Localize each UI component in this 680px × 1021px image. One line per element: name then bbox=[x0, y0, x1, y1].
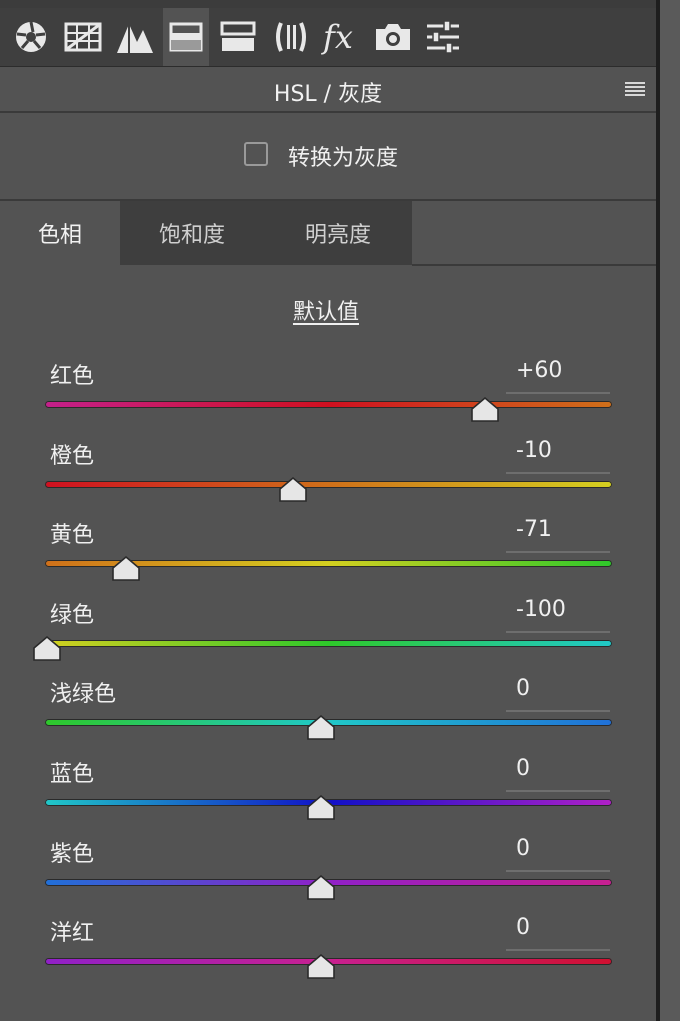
slider-row-aqua: 浅绿色 0 bbox=[0, 676, 656, 756]
hsl-panel: fx HSL / 灰度 转换为灰度 色相 饱和度 明亮度 默认值 红色 +60 … bbox=[0, 0, 656, 1021]
adjacent-panel-edge bbox=[660, 0, 680, 1021]
slider-thumb-orange[interactable] bbox=[278, 476, 308, 502]
slider-value-green[interactable]: -100 bbox=[516, 597, 566, 622]
slider-value-aqua[interactable]: 0 bbox=[516, 676, 530, 701]
slider-value-underline bbox=[506, 551, 610, 554]
lens-corrections-icon bbox=[276, 22, 306, 52]
tab-luminance[interactable]: 明亮度 bbox=[264, 201, 412, 265]
hsl-icon bbox=[169, 22, 203, 52]
slider-value-underline bbox=[506, 630, 610, 633]
tool-basic[interactable] bbox=[8, 8, 54, 66]
tabs-bottom-divider bbox=[412, 264, 656, 266]
slider-label-red: 红色 bbox=[50, 364, 95, 389]
slider-value-yellow[interactable]: -71 bbox=[516, 517, 552, 542]
tool-presets[interactable] bbox=[420, 8, 466, 66]
presets-sliders-icon bbox=[427, 20, 459, 54]
slider-value-underline bbox=[506, 869, 610, 872]
svg-text:fx: fx bbox=[321, 18, 353, 56]
slider-label-orange: 橙色 bbox=[50, 443, 95, 469]
panel-menu-icon[interactable] bbox=[624, 81, 646, 97]
tool-calibration[interactable] bbox=[370, 8, 416, 66]
slider-value-underline bbox=[506, 392, 610, 394]
effects-fx-icon: fx bbox=[321, 18, 353, 56]
tool-detail[interactable] bbox=[112, 8, 158, 66]
slider-track-red[interactable] bbox=[45, 401, 612, 408]
slider-value-underline bbox=[506, 471, 610, 474]
tool-lens[interactable] bbox=[268, 8, 314, 66]
slider-row-green: 绿色 -100 bbox=[0, 597, 656, 677]
detail-peaks-icon bbox=[117, 24, 153, 53]
slider-thumb-blue[interactable] bbox=[306, 794, 336, 820]
slider-row-purple: 紫色 0 bbox=[0, 836, 656, 916]
slider-label-magenta: 洋红 bbox=[50, 921, 95, 947]
slider-value-orange[interactable]: -10 bbox=[516, 438, 552, 463]
slider-value-red[interactable]: +60 bbox=[516, 358, 562, 383]
slider-value-magenta[interactable]: 0 bbox=[516, 915, 530, 940]
slider-row-blue: 蓝色 0 bbox=[0, 756, 656, 836]
slider-track-orange[interactable] bbox=[45, 480, 612, 488]
slider-label-purple: 紫色 bbox=[50, 841, 95, 867]
basic-aperture-icon bbox=[16, 21, 46, 52]
slider-value-blue[interactable]: 0 bbox=[516, 756, 530, 781]
slider-label-aqua: 浅绿色 bbox=[50, 682, 117, 708]
slider-thumb-purple[interactable] bbox=[306, 874, 336, 900]
slider-track-green[interactable] bbox=[45, 639, 612, 647]
slider-label-yellow: 黄色 bbox=[50, 523, 95, 549]
slider-thumb-aqua[interactable] bbox=[306, 714, 336, 741]
panel-header: HSL / 灰度 bbox=[0, 67, 656, 113]
tool-split-toning[interactable] bbox=[215, 8, 261, 66]
convert-grayscale-label[interactable]: 转换为灰度 bbox=[288, 140, 398, 172]
tool-hsl[interactable] bbox=[163, 8, 209, 66]
panel-top-strip bbox=[0, 0, 656, 8]
slider-thumb-red[interactable] bbox=[470, 396, 500, 422]
slider-value-underline bbox=[506, 949, 610, 952]
split-toning-icon bbox=[220, 21, 256, 51]
convert-grayscale-checkbox[interactable] bbox=[244, 142, 268, 166]
slider-thumb-yellow[interactable] bbox=[111, 555, 141, 581]
camera-calibration-icon bbox=[376, 24, 410, 50]
slider-row-magenta: 洋红 0 bbox=[0, 915, 656, 995]
slider-value-underline bbox=[506, 790, 610, 792]
tool-effects[interactable]: fx bbox=[318, 8, 364, 66]
slider-value-underline bbox=[506, 710, 610, 713]
slider-value-purple[interactable]: 0 bbox=[516, 836, 530, 861]
slider-label-blue: 蓝色 bbox=[50, 762, 95, 787]
slider-thumb-magenta[interactable] bbox=[306, 953, 336, 979]
slider-row-yellow: 黄色 -71 bbox=[0, 517, 656, 597]
tab-hue[interactable]: 色相 bbox=[0, 201, 120, 265]
slider-thumb-green[interactable] bbox=[32, 635, 62, 661]
slider-label-green: 绿色 bbox=[50, 602, 95, 628]
slider-row-red: 红色 +60 bbox=[0, 358, 656, 438]
slider-row-orange: 橙色 -10 bbox=[0, 438, 656, 518]
panel-title: HSL / 灰度 bbox=[273, 82, 383, 107]
tone-curve-grid-icon bbox=[64, 22, 102, 52]
default-values-link[interactable]: 默认值 bbox=[0, 294, 652, 326]
tool-tone-curve[interactable] bbox=[60, 8, 106, 66]
panel-toolbar: fx bbox=[0, 8, 656, 67]
tab-saturation[interactable]: 饱和度 bbox=[120, 201, 264, 265]
